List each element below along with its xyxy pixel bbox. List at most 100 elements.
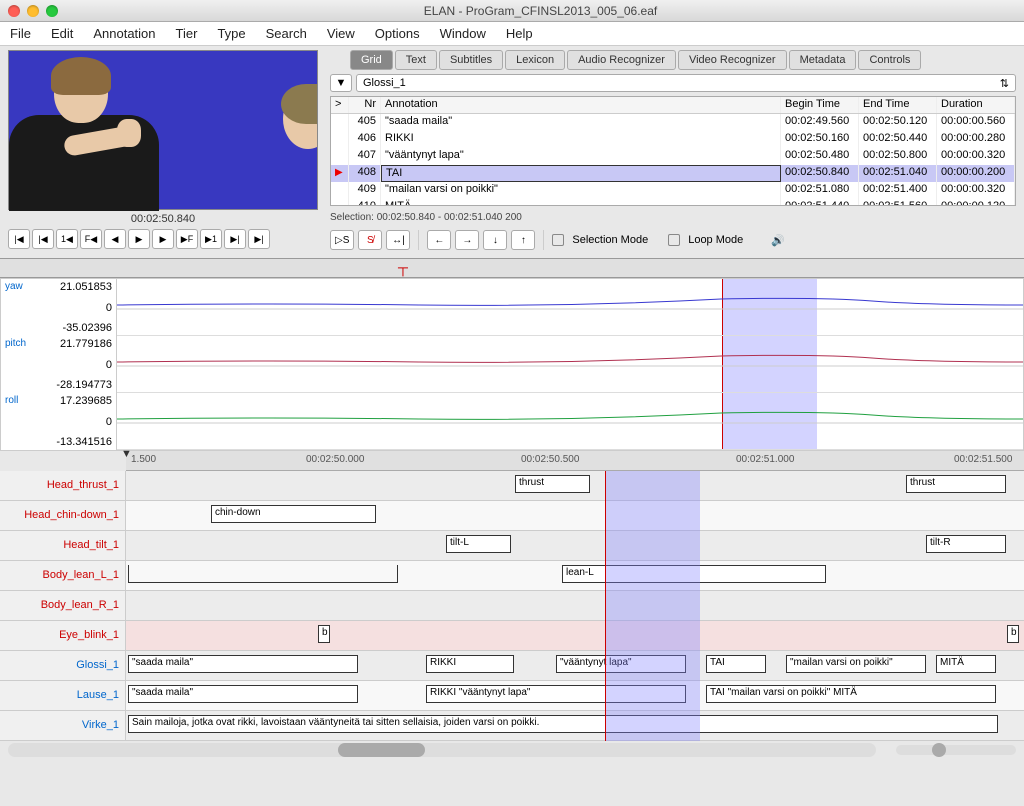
menu-annotation[interactable]: Annotation: [93, 26, 155, 41]
annotation[interactable]: "mailan varsi on poikki": [786, 655, 926, 673]
annotation[interactable]: RIKKI: [426, 655, 514, 673]
menu-window[interactable]: Window: [440, 26, 486, 41]
grid-row[interactable]: 406 RIKKI 00:02:50.160 00:02:50.440 00:0…: [331, 131, 1015, 148]
grid-cell-annotation[interactable]: TAI: [381, 165, 781, 182]
menu-help[interactable]: Help: [506, 26, 533, 41]
annotation[interactable]: [128, 565, 398, 583]
tier-track[interactable]: "saada maila" RIKKI "vääntynyt lapa" TAI "ma…: [126, 651, 1024, 680]
tier-select-mode-button[interactable]: ▼: [330, 74, 352, 92]
tier-name[interactable]: Body_lean_R_1: [0, 591, 126, 620]
grid-col-end[interactable]: End Time: [859, 97, 937, 113]
menu-tier[interactable]: Tier: [176, 26, 198, 41]
close-window-button[interactable]: [8, 5, 20, 17]
menu-options[interactable]: Options: [375, 26, 420, 41]
tier-name[interactable]: Eye_blink_1: [0, 621, 126, 650]
tab-controls[interactable]: Controls: [858, 50, 921, 70]
prev-pixel-button[interactable]: ◀: [104, 229, 126, 249]
next-frame-1s-button[interactable]: ▶1: [200, 229, 222, 249]
menu-file[interactable]: File: [10, 26, 31, 41]
grid-cell-annotation[interactable]: "vääntynyt lapa": [381, 148, 781, 165]
tier-track[interactable]: lean-L: [126, 561, 1024, 590]
loop-mode-checkbox[interactable]: [668, 234, 680, 246]
tier-name[interactable]: Head_thrust_1: [0, 471, 126, 500]
next-pixel-button[interactable]: ▶: [152, 229, 174, 249]
grid-cell-annotation[interactable]: "mailan varsi on poikki": [381, 182, 781, 199]
zoom-slider-thumb[interactable]: [932, 743, 946, 757]
timeline-ruler[interactable]: ┬: [0, 258, 1024, 278]
tab-audio-recognizer[interactable]: Audio Recognizer: [567, 50, 676, 70]
wave-graph[interactable]: [117, 279, 1023, 336]
annotation[interactable]: Sain mailoja, jotka ovat rikki, lavoista…: [128, 715, 998, 733]
tier-dropdown[interactable]: Glossi_1 ⇅: [356, 74, 1016, 92]
grid-col-duration[interactable]: Duration: [937, 97, 1015, 113]
tier-name[interactable]: Head_tilt_1: [0, 531, 126, 560]
grid-col-nr[interactable]: Nr: [349, 97, 381, 113]
annotation[interactable]: tilt-R: [926, 535, 1006, 553]
prev-frame-button[interactable]: F◀: [80, 229, 102, 249]
grid-cell-annotation[interactable]: RIKKI: [381, 131, 781, 148]
annotation[interactable]: thrust: [906, 475, 1006, 493]
speaker-icon[interactable]: 🔊: [771, 234, 785, 247]
annotation[interactable]: thrust: [515, 475, 590, 493]
tier-track[interactable]: chin-down: [126, 501, 1024, 530]
wave-graph[interactable]: [117, 336, 1023, 393]
tab-video-recognizer[interactable]: Video Recognizer: [678, 50, 787, 70]
annotation-grid[interactable]: > Nr Annotation Begin Time End Time Dura…: [330, 96, 1016, 206]
tier-track[interactable]: "saada maila"RIKKI "vääntynyt lapa"TAI "…: [126, 681, 1024, 710]
tier-track[interactable]: thrust thrust: [126, 471, 1024, 500]
annotation[interactable]: TAI: [706, 655, 766, 673]
video-viewer[interactable]: [8, 50, 318, 210]
annotation[interactable]: "vääntynyt lapa": [556, 655, 686, 673]
minimize-window-button[interactable]: [27, 5, 39, 17]
grid-row[interactable]: 405 "saada maila" 00:02:49.560 00:02:50.…: [331, 114, 1015, 131]
grid-row[interactable]: 409 "mailan varsi on poikki" 00:02:51.08…: [331, 182, 1015, 199]
menu-view[interactable]: View: [327, 26, 355, 41]
toggle-crosshair-button[interactable]: ↔|: [386, 230, 410, 250]
selection-mode-checkbox[interactable]: [552, 234, 564, 246]
sel-down-button[interactable]: ↓: [483, 230, 507, 250]
tier-track[interactable]: [126, 591, 1024, 620]
annotation[interactable]: RIKKI "vääntynyt lapa": [426, 685, 686, 703]
tier-name[interactable]: Virke_1: [0, 711, 126, 740]
grid-col-begin[interactable]: Begin Time: [781, 97, 859, 113]
annotation[interactable]: b: [1007, 625, 1019, 643]
annotation[interactable]: lean-L: [562, 565, 826, 583]
sel-up-button[interactable]: ↑: [511, 230, 535, 250]
tier-name[interactable]: Glossi_1: [0, 651, 126, 680]
grid-col-annotation[interactable]: Annotation: [381, 97, 781, 113]
annotation[interactable]: "saada maila": [128, 655, 358, 673]
grid-cell-annotation[interactable]: MITÄ: [381, 199, 781, 206]
tier-track[interactable]: tilt-L tilt-R: [126, 531, 1024, 560]
tab-subtitles[interactable]: Subtitles: [439, 50, 503, 70]
prev-scroll-button[interactable]: |◀: [32, 229, 54, 249]
playhead-top-marker[interactable]: ┬: [398, 259, 408, 275]
tier-name[interactable]: Lause_1: [0, 681, 126, 710]
tab-lexicon[interactable]: Lexicon: [505, 50, 565, 70]
annotation[interactable]: tilt-L: [446, 535, 511, 553]
next-frame-button[interactable]: ▶F: [176, 229, 198, 249]
grid-row[interactable]: 407 "vääntynyt lapa" 00:02:50.480 00:02:…: [331, 148, 1015, 165]
tab-metadata[interactable]: Metadata: [789, 50, 857, 70]
go-begin-button[interactable]: |◀: [8, 229, 30, 249]
next-scroll-button[interactable]: ▶|: [224, 229, 246, 249]
go-end-button[interactable]: ▶|: [248, 229, 270, 249]
play-selection-button[interactable]: ▷S: [330, 230, 354, 250]
sel-right-button[interactable]: →: [455, 230, 479, 250]
prev-frame-1s-button[interactable]: 1◀: [56, 229, 78, 249]
scrollbar-thumb[interactable]: [338, 743, 425, 757]
play-button[interactable]: ▶: [128, 229, 150, 249]
tier-track[interactable]: Sain mailoja, jotka ovat rikki, lavoista…: [126, 711, 1024, 740]
tab-text[interactable]: Text: [395, 50, 437, 70]
menu-search[interactable]: Search: [266, 26, 307, 41]
tab-grid[interactable]: Grid: [350, 50, 393, 70]
clear-selection-button[interactable]: S̸: [358, 230, 382, 250]
menu-type[interactable]: Type: [217, 26, 245, 41]
maximize-window-button[interactable]: [46, 5, 58, 17]
grid-cell-annotation[interactable]: "saada maila": [381, 114, 781, 131]
sel-left-button[interactable]: ←: [427, 230, 451, 250]
tier-name[interactable]: Head_chin-down_1: [0, 501, 126, 530]
wave-graph[interactable]: [117, 393, 1023, 450]
annotation[interactable]: b: [318, 625, 330, 643]
grid-row[interactable]: 410 MITÄ 00:02:51.440 00:02:51.560 00:00…: [331, 199, 1015, 206]
grid-row[interactable]: ▶ 408 TAI 00:02:50.840 00:02:51.040 00:0…: [331, 165, 1015, 182]
